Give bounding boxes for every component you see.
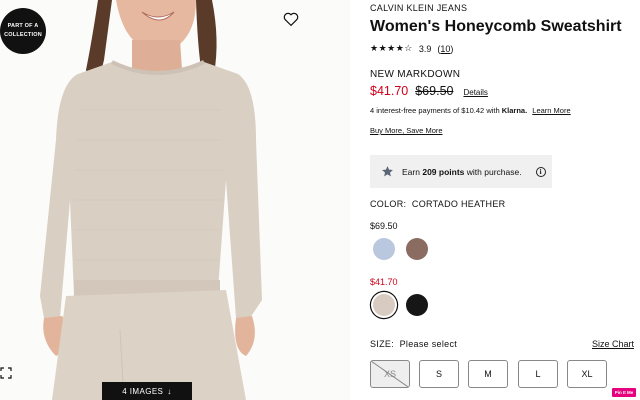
collection-badge-line1: PART OF A bbox=[7, 23, 39, 29]
size-option-xl[interactable]: XL bbox=[567, 360, 607, 388]
images-button-label: 4 IMAGES bbox=[122, 386, 164, 396]
product-image-gallery[interactable]: PART OF A COLLECTION 4 IMAGES ↓ bbox=[0, 0, 350, 400]
color-swatch-brown[interactable] bbox=[406, 238, 428, 260]
color-swatch-cortado-heather[interactable] bbox=[373, 294, 395, 316]
size-option-label: S bbox=[435, 369, 442, 379]
size-option-label: M bbox=[484, 369, 492, 379]
size-label: SIZE: Please select bbox=[370, 339, 457, 349]
product-info-panel: CALVIN KLEIN JEANS Women's Honeycomb Swe… bbox=[370, 0, 640, 400]
size-chart-link[interactable]: Size Chart bbox=[592, 339, 634, 349]
size-label-prefix: SIZE: bbox=[370, 339, 395, 349]
size-option-l[interactable]: L bbox=[518, 360, 558, 388]
price-details-link[interactable]: Details bbox=[463, 88, 487, 97]
buy-more-save-more-link[interactable]: Buy More, Save More bbox=[370, 126, 443, 135]
installments-text: 4 interest-free payments of $10.42 with bbox=[370, 106, 500, 115]
rewards-points-banner: Earn 209 points with purchase. i bbox=[370, 155, 552, 188]
expand-icon[interactable] bbox=[0, 366, 12, 379]
view-images-button[interactable]: 4 IMAGES ↓ bbox=[102, 382, 192, 400]
pin-it-button[interactable]: Pin It Me bbox=[612, 388, 636, 397]
points-text: Earn 209 points with purchase. bbox=[402, 167, 522, 177]
size-option-label: XS bbox=[383, 369, 396, 379]
collection-badge[interactable]: PART OF A COLLECTION bbox=[0, 8, 46, 54]
swatch-group-price-regular: $69.50 bbox=[370, 221, 398, 231]
size-selection-status: Please select bbox=[399, 339, 458, 349]
learn-more-link[interactable]: Learn More bbox=[532, 106, 570, 115]
size-option-label: L bbox=[535, 369, 541, 379]
color-label: COLOR: CORTADO HEATHER bbox=[370, 199, 505, 209]
star-icon bbox=[382, 166, 393, 177]
swatch-group-price-sale: $41.70 bbox=[370, 277, 398, 287]
points-value: 209 points bbox=[422, 166, 465, 177]
color-label-prefix: COLOR: bbox=[370, 199, 407, 209]
product-photo bbox=[0, 0, 350, 400]
rating-value: 3.9 bbox=[418, 43, 432, 54]
heart-icon[interactable] bbox=[282, 10, 300, 28]
color-swatch-light-blue[interactable] bbox=[373, 238, 395, 260]
brand-link[interactable]: CALVIN KLEIN JEANS bbox=[370, 3, 467, 13]
klarna-logo: Klarna. bbox=[501, 106, 528, 115]
size-option-label: XL bbox=[581, 369, 593, 379]
star-rating-icon: ★★★★☆ bbox=[370, 43, 413, 53]
rating-summary[interactable]: ★★★★☆ 3.9 (10) bbox=[370, 43, 453, 54]
sale-price: $41.70 bbox=[370, 84, 409, 98]
review-count: 10 bbox=[440, 43, 451, 54]
original-price: $69.50 bbox=[415, 84, 454, 98]
color-swatch-black[interactable] bbox=[406, 294, 428, 316]
points-prefix: Earn bbox=[402, 166, 420, 177]
info-icon[interactable]: i bbox=[535, 166, 546, 177]
product-title: Women's Honeycomb Sweatshirt bbox=[370, 18, 622, 35]
markdown-label: NEW MARKDOWN bbox=[370, 69, 461, 80]
price-row: $41.70 $69.50 Details bbox=[370, 84, 488, 98]
size-option-m[interactable]: M bbox=[468, 360, 508, 388]
size-option-xs[interactable]: XS bbox=[370, 360, 410, 388]
selected-color-name: CORTADO HEATHER bbox=[411, 199, 506, 209]
collection-badge-line2: COLLECTION bbox=[4, 32, 42, 38]
arrow-down-icon: ↓ bbox=[167, 386, 172, 396]
points-suffix: with purchase. bbox=[466, 166, 522, 177]
size-option-s[interactable]: S bbox=[419, 360, 459, 388]
review-count-link[interactable]: (10) bbox=[437, 44, 453, 54]
installments-info: 4 interest-free payments of $10.42 with … bbox=[370, 106, 571, 115]
